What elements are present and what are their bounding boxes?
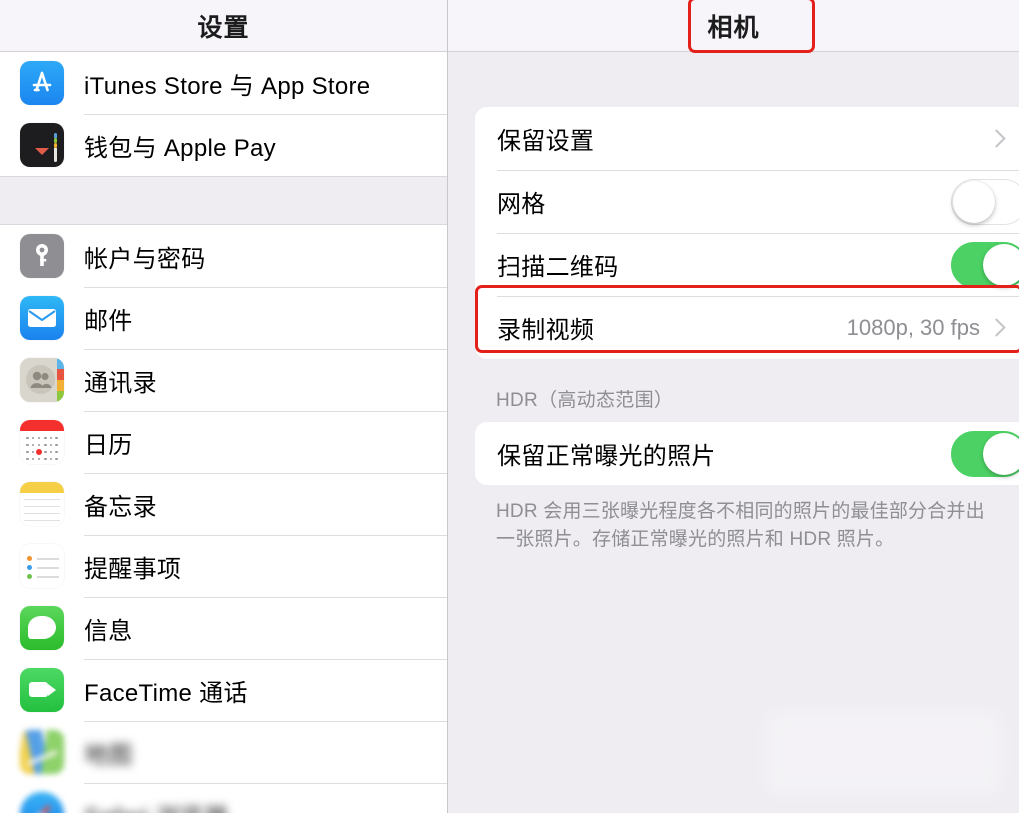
sidebar-group-apps: 帐户与密码 邮件 通讯录 日历 备忘录 提醒事项 信息 FaceTime 通话 … [0, 225, 447, 813]
sidebar-item-maps[interactable]: 地图 [0, 721, 447, 783]
hdr-card: 保留正常曝光的照片 [475, 422, 1019, 485]
row-accessory [951, 430, 1019, 477]
sidebar-nav-bar: 设置 [0, 0, 447, 52]
sidebar-item-label: FaceTime 通话 [84, 679, 248, 707]
detail-nav-bar: 相机 [448, 0, 1019, 52]
sidebar-item-label: 帐户与密码 [84, 245, 206, 273]
sidebar-group-stores: iTunes Store 与 App Store 钱包与 Apple Pay [0, 52, 447, 176]
sidebar-item-reminders[interactable]: 提醒事项 [0, 535, 447, 597]
calendar-icon [20, 420, 64, 464]
row-keep-normal-photo[interactable]: 保留正常曝光的照片 [475, 422, 1019, 485]
row-value: 1080p, 30 fps [846, 314, 980, 340]
toggle-knob [983, 432, 1019, 475]
top-spacer [448, 52, 1019, 107]
contacts-tabs [57, 358, 64, 402]
row-accessory [951, 241, 1019, 288]
scan-qr-code-toggle[interactable] [951, 241, 1019, 288]
settings-sidebar: 设置 iTunes Store 与 App Store 钱包与 Apple Pa… [0, 0, 448, 813]
sidebar-item-accounts-passwords[interactable]: 帐户与密码 [0, 225, 447, 287]
row-label: 网格 [497, 191, 546, 218]
sidebar-item-contacts[interactable]: 通讯录 [0, 349, 447, 411]
sidebar-item-calendar[interactable]: 日历 [0, 411, 447, 473]
chevron-right-icon [987, 318, 1006, 337]
row-label: 录制视频 [497, 317, 595, 344]
app-store-glyph [20, 61, 64, 105]
row-scan-qr-code[interactable]: 扫描二维码 [475, 233, 1019, 296]
row-label: 保留正常曝光的照片 [497, 443, 716, 470]
keep-normal-photo-toggle[interactable] [951, 430, 1019, 477]
row-grid[interactable]: 网格 [475, 170, 1019, 233]
sidebar-item-label: 提醒事项 [84, 555, 182, 583]
row-accessory [987, 129, 1006, 148]
sidebar-item-label: 备忘录 [84, 493, 157, 521]
sidebar-item-label: 日历 [84, 431, 133, 459]
page-title: 相机 [707, 13, 760, 42]
sidebar-item-label: iTunes Store 与 App Store [84, 72, 371, 100]
sidebar-item-notes[interactable]: 备忘录 [0, 473, 447, 535]
sidebar-title: 设置 [197, 13, 250, 42]
row-accessory: 1080p, 30 fps [846, 314, 1006, 341]
contacts-icon [20, 358, 64, 402]
row-accessory [951, 178, 1019, 225]
notes-icon [20, 482, 64, 526]
sidebar-item-label: Safari 浏览器 [84, 797, 228, 813]
safari-icon [20, 792, 64, 813]
sidebar-item-mail[interactable]: 邮件 [0, 287, 447, 349]
camera-settings-pane: 相机 保留设置 网格 扫描二维码 录制视频 1080p, 30 fps HDR（… [448, 0, 1019, 813]
row-record-video[interactable]: 录制视频 1080p, 30 fps [475, 296, 1019, 359]
grid-toggle[interactable] [951, 178, 1019, 225]
reminders-icon [20, 544, 64, 588]
toggle-knob [983, 243, 1019, 286]
toggle-knob [953, 180, 995, 223]
sidebar-item-itunes-app-store[interactable]: iTunes Store 与 App Store [0, 52, 447, 114]
sidebar-group-divider [0, 176, 447, 225]
sidebar-scroll-area[interactable]: iTunes Store 与 App Store 钱包与 Apple Pay 帐… [0, 52, 447, 813]
hdr-section-header: HDR（高动态范围） [496, 390, 674, 411]
row-label: 保留设置 [497, 128, 595, 155]
sidebar-item-wallet-apple-pay[interactable]: 钱包与 Apple Pay [0, 114, 447, 176]
chevron-right-icon [987, 129, 1006, 148]
maps-icon [20, 730, 64, 774]
sidebar-item-safari[interactable]: Safari 浏览器 [0, 783, 447, 813]
row-preserve-settings[interactable]: 保留设置 [475, 107, 1019, 170]
facetime-icon [20, 668, 64, 712]
sidebar-item-label: 通讯录 [84, 369, 157, 397]
blurred-watermark [766, 711, 1001, 795]
hdr-section-footer: HDR 会用三张曝光程度各不相同的照片的最佳部分合并出一张照片。存储正常曝光的照… [496, 501, 985, 550]
mail-icon [20, 296, 64, 340]
sidebar-item-facetime[interactable]: FaceTime 通话 [0, 659, 447, 721]
detail-scroll-area[interactable]: 保留设置 网格 扫描二维码 录制视频 1080p, 30 fps HDR（高动态… [448, 52, 1019, 813]
camera-options-card: 保留设置 网格 扫描二维码 录制视频 1080p, 30 fps [475, 107, 1019, 359]
sidebar-item-label: 地图 [84, 741, 133, 769]
app-store-icon [20, 61, 64, 105]
sidebar-item-label: 邮件 [84, 307, 133, 335]
settings-split-view: 设置 iTunes Store 与 App Store 钱包与 Apple Pa… [0, 0, 1019, 813]
sidebar-item-messages[interactable]: 信息 [0, 597, 447, 659]
wallet-icon [20, 123, 64, 167]
row-label: 扫描二维码 [497, 254, 619, 281]
key-icon [20, 234, 64, 278]
messages-icon [20, 606, 64, 650]
sidebar-item-label: 信息 [84, 617, 133, 645]
sidebar-item-label: 钱包与 Apple Pay [84, 134, 276, 162]
